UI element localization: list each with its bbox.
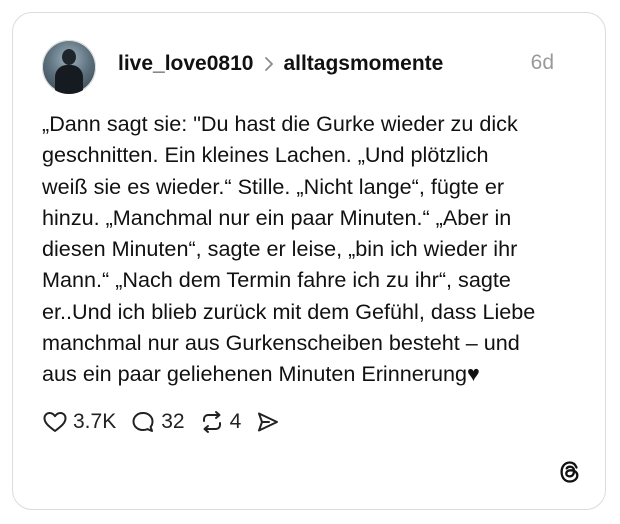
- comment-count: 32: [161, 410, 185, 433]
- threads-logo-icon: [556, 458, 584, 486]
- comment-bubble-icon: [132, 412, 154, 432]
- send-icon: [258, 412, 279, 432]
- repost-count: 4: [229, 410, 242, 433]
- chevron-right-icon: [264, 56, 274, 72]
- avatar[interactable]: [42, 40, 96, 94]
- post-header: live_love0810 alltagsmomente: [118, 51, 443, 77]
- action-bar: 3.7K 32 4: [42, 408, 300, 436]
- community-name[interactable]: alltagsmomente: [283, 52, 443, 76]
- repost-button[interactable]: 4: [199, 410, 242, 434]
- like-count: 3.7K: [73, 410, 117, 433]
- post-text: „Dann sagt sie: "Du hast die Gurke wiede…: [42, 111, 536, 387]
- post-timestamp: 6d: [530, 51, 554, 74]
- share-button[interactable]: [255, 410, 286, 434]
- repost-icon: [202, 411, 221, 433]
- heart-icon: [43, 412, 67, 432]
- comment-button[interactable]: 32: [130, 410, 185, 434]
- author-username[interactable]: live_love0810: [118, 52, 253, 76]
- like-button[interactable]: 3.7K: [42, 410, 116, 434]
